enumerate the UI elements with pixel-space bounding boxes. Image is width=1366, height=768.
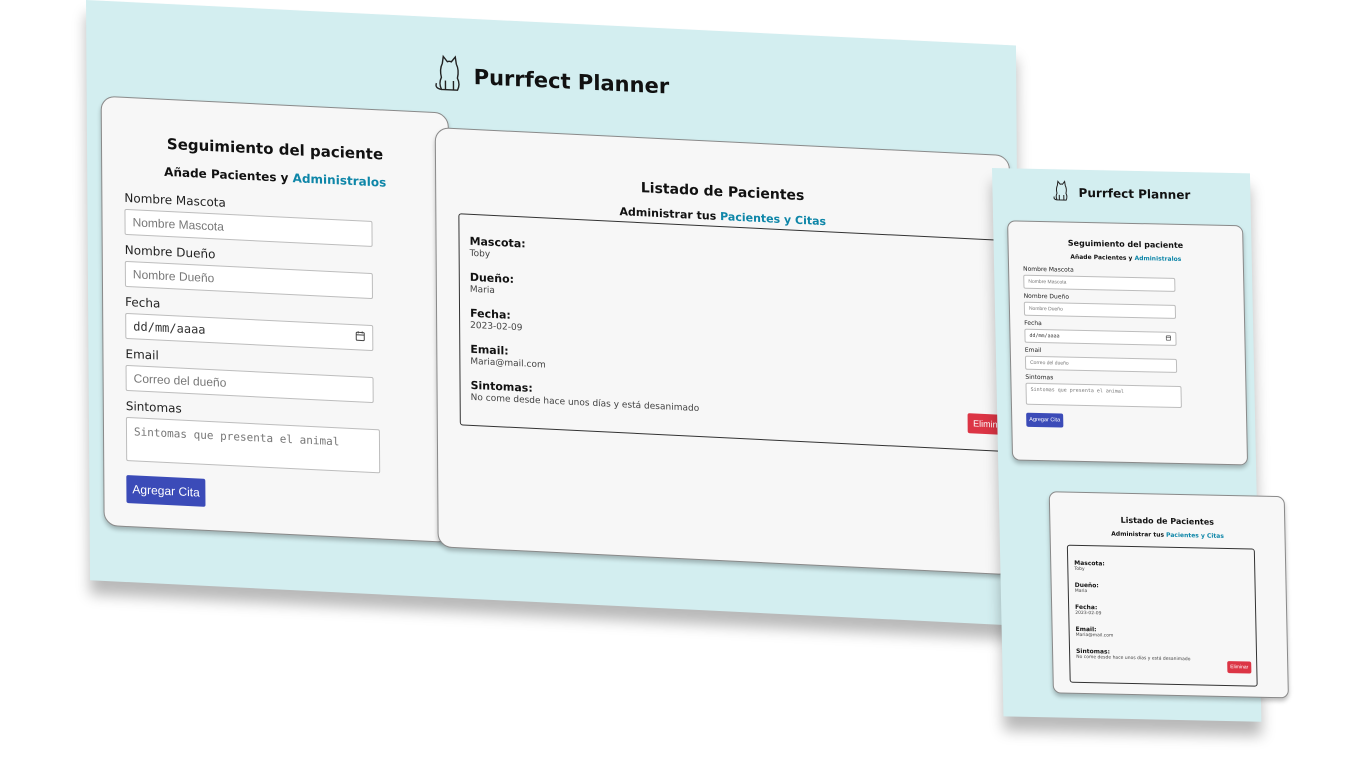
mobile-app-title: Purrfect Planner [1078, 185, 1191, 202]
mobile-delete-button[interactable]: Eliminar [1227, 661, 1252, 674]
add-appointment-button[interactable]: Agregar Cita [126, 474, 206, 507]
form-body: Nombre Mascota Nombre Mascota Nombre Due… [102, 176, 450, 519]
patient-date-label: Fecha: [470, 306, 511, 322]
app-title: Purrfect Planner [473, 64, 670, 99]
mobile-form-body: Nombre Mascota Nombre Mascota Nombre Due… [1009, 259, 1246, 431]
mobile-symptoms-textarea[interactable]: Sintomas que presenta el animal [1025, 382, 1182, 409]
patient-pet-label: Mascota: [469, 234, 526, 251]
cat-icon [1052, 179, 1071, 204]
patient-pet: Mascota: Toby [469, 235, 525, 262]
cat-icon [433, 53, 465, 98]
mobile-form-subtitle-prefix: Añade Pacientes y [1070, 253, 1135, 263]
mobile-pet-name-input[interactable]: Nombre Mascota [1023, 274, 1176, 292]
patient-email: Email: Maria@mail.com [470, 343, 546, 371]
patient-owner: Dueño: Maria [470, 271, 514, 297]
mobile-list-subtitle-prefix: Administrar tus [1111, 530, 1167, 539]
mobile-add-appointment-button[interactable]: Agregar Cita [1026, 412, 1064, 428]
symptoms-textarea[interactable]: Sintomas que presenta el animal [125, 416, 381, 474]
mobile-owner-name-input[interactable]: Nombre Dueño [1023, 301, 1177, 319]
calendar-icon[interactable] [1165, 335, 1171, 343]
mobile-patient-owner: Dueño: Maria [1075, 582, 1099, 595]
mobile-list-subtitle: Administrar tus Pacientes y Citas [1051, 529, 1285, 541]
patient-date: Fecha: 2023-02-09 [470, 307, 522, 334]
mobile-date-input[interactable]: dd/mm/aaaa [1024, 328, 1177, 346]
mobile-form-subtitle-accent: Administralos [1134, 255, 1182, 263]
mobile-patient-email: Email: Maria@mail.com [1076, 626, 1114, 639]
patient-owner-value: Maria [469, 284, 495, 297]
mobile-patient-owner-value: Maria [1074, 588, 1088, 595]
form-title: Seguimiento del paciente [166, 134, 384, 164]
desktop-view: Purrfect Planner Seguimiento del pacient… [86, 0, 1021, 626]
patient-owner-label: Dueño: [469, 270, 515, 286]
patient-symptoms: Sintomas: No come desde hace unos días y… [471, 379, 700, 414]
mobile-patient-symptoms-value: No come desde hace unos días y está desa… [1076, 654, 1191, 663]
mobile-email-input[interactable]: Correo del dueño [1024, 355, 1178, 373]
list-subtitle-accent: Pacientes y Citas [720, 210, 827, 229]
mobile-patient-pet-value: Toby [1074, 566, 1085, 573]
list-subtitle-prefix: Administrar tus [619, 205, 721, 224]
stage: Purrfect Planner Seguimiento del pacient… [0, 0, 1366, 768]
patient-card: Mascota: Toby Dueño: Maria Fecha: 2023-0… [458, 213, 1020, 453]
patient-form-card: Seguimiento del paciente Añade Pacientes… [100, 95, 452, 543]
mobile-list-title: Listado de Pacientes [1120, 515, 1215, 527]
mobile-date-placeholder: dd/mm/aaaa [1029, 332, 1060, 340]
mobile-patient-list-card: Listado de Pacientes Administrar tus Pac… [1048, 491, 1289, 699]
mobile-app-header: Purrfect Planner [992, 178, 1250, 208]
mobile-form-title: Seguimiento del paciente [1067, 238, 1184, 251]
mobile-patient-date-value: 2023-02-09 [1075, 610, 1102, 617]
mobile-patient-email-value: Maria@mail.com [1075, 632, 1114, 639]
mobile-view: Purrfect Planner Seguimiento del pacient… [992, 168, 1289, 722]
mobile-patient-pet: Mascota: Toby [1074, 560, 1105, 573]
patient-pet-value: Toby [469, 248, 491, 260]
date-placeholder: dd/mm/aaaa [133, 319, 206, 337]
patient-list-card: Listado de Pacientes Administrar tus Pac… [434, 127, 1020, 576]
mobile-patient-card: Mascota: Toby Dueño: Maria Fecha: 2023-0… [1066, 544, 1258, 687]
calendar-icon[interactable] [355, 330, 365, 344]
patient-date-value: 2023-02-09 [470, 320, 523, 334]
mobile-patient-date: Fecha: 2023-02-09 [1075, 604, 1101, 617]
mobile-list-subtitle-accent: Pacientes y Citas [1166, 531, 1224, 540]
mobile-patient-form-card: Seguimiento del paciente Añade Pacientes… [1007, 220, 1249, 466]
mobile-patient-symptoms: Sintomas: No come desde hace unos días y… [1076, 648, 1191, 662]
